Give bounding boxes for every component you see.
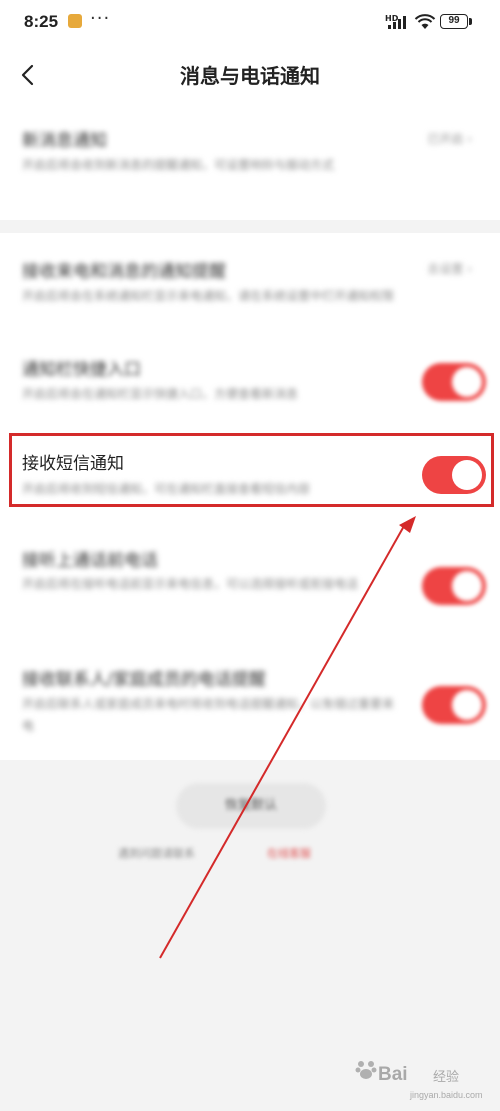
status-more-indicator: ··· xyxy=(90,8,111,29)
settings-card-1: 新消息通知 已开启 › 开启后将会收到新消息的提醒通知，可设置响铃与振动方式 xyxy=(0,104,500,220)
row-desc-family-call: 开启后联系人或家庭成员来电时将收到电话提醒通知，以免错过重要来电 xyxy=(22,697,395,733)
chevron-right-icon: › xyxy=(467,262,472,276)
watermark-url: jingyan.baidu.com xyxy=(410,1090,483,1100)
signal-icon xyxy=(388,16,406,29)
row-status-new-message[interactable]: 已开启 › xyxy=(427,130,472,147)
answer-call-toggle[interactable] xyxy=(422,567,486,605)
row-status-text: 已开启 xyxy=(427,132,464,146)
status-time: 8:25 xyxy=(24,12,59,31)
status-bar: 8:25 ··· HD 99 xyxy=(0,0,500,46)
row-desc-new-message: 开启后将会收到新消息的提醒通知，可设置响铃与振动方式 xyxy=(22,158,335,172)
row-desc-shortcut: 开启后将会在通知栏显示快捷入口，方便查看新消息 xyxy=(22,387,299,401)
page-title: 消息与电话通知 xyxy=(180,64,320,88)
highlight-box xyxy=(9,433,494,507)
row-title-shortcut: 通知栏快捷入口 xyxy=(22,360,141,380)
battery-tip xyxy=(469,18,472,25)
row-title-family-call: 接收联系人/家庭成员的电话提醒 xyxy=(22,670,266,690)
row-desc-call-notification: 开启后将会在系统通知栏显示来电通知，请在系统设置中打开通知权限 xyxy=(22,289,395,303)
wifi-icon xyxy=(414,14,436,29)
row-title-new-message: 新消息通知 xyxy=(22,131,107,151)
header: 消息与电话通知 xyxy=(0,46,500,104)
row-title-call-notification: 接收来电和消息的通知提醒 xyxy=(22,262,226,282)
watermark-brand: Bai xyxy=(378,1064,408,1085)
family-call-toggle[interactable] xyxy=(422,686,486,724)
footer-hint-text: 遇到问题请联系 xyxy=(118,847,195,860)
row-status-text: 去设置 xyxy=(427,262,464,276)
shortcut-toggle[interactable] xyxy=(422,363,486,401)
footer-link[interactable]: 在线客服 xyxy=(267,845,311,861)
battery-icon: 99 xyxy=(440,14,468,29)
watermark-brand-suffix: 经验 xyxy=(433,1070,460,1085)
row-status-call-notification[interactable]: 去设置 › xyxy=(427,260,472,277)
app-notification-icon xyxy=(68,14,82,28)
row-title-answer-call: 接听上通话前电话 xyxy=(22,551,158,571)
baidu-paw-icon xyxy=(355,1061,377,1079)
row-desc-answer-call: 开启后将在接听电话前显示来电信息，可以选择接听或拒接电话 xyxy=(22,577,359,591)
chevron-right-icon: › xyxy=(467,132,472,146)
restore-default-button[interactable]: 恢复默认 xyxy=(176,783,326,829)
